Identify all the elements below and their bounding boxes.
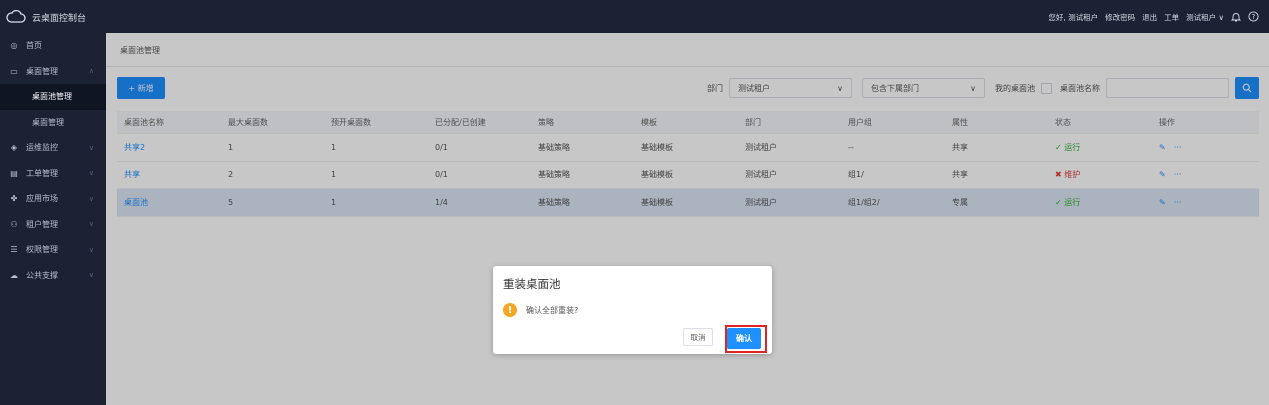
sidebar: ◎ 首页 ▭ 桌面管理 ∧ 桌面池管理 桌面管理 ◈ 运维监控 ∨ ▤ 工单管理… xyxy=(0,33,106,405)
sidebar-item-label: 租户管理 xyxy=(26,219,58,229)
sidebar-item-label: 应用市场 xyxy=(26,194,58,204)
sidebar-item-label: 公共支撑 xyxy=(26,270,58,280)
chevron-down-icon: ∨ xyxy=(88,169,94,178)
change-password-link[interactable]: 修改密码 xyxy=(1105,12,1135,23)
app-title: 云桌面控制台 xyxy=(32,13,87,24)
bell-icon[interactable] xyxy=(1230,12,1242,24)
dialog-title: 重装桌面池 xyxy=(503,277,561,291)
cloud-icon xyxy=(6,10,26,23)
cancel-button[interactable]: 取消 xyxy=(683,328,713,346)
chevron-up-icon: ∧ xyxy=(88,67,94,76)
chevron-down-icon: ∨ xyxy=(88,194,94,203)
greeting-text: 您好, 测试租户 xyxy=(1048,13,1099,22)
sidebar-subitem-pool-management[interactable]: 桌面池管理 xyxy=(0,84,106,110)
sidebar-item-ops-monitor[interactable]: ◈ 运维监控 ∨ xyxy=(0,135,106,161)
sidebar-item-public-support[interactable]: ☁ 公共支撑 ∨ xyxy=(0,263,106,289)
sidebar-subitem-desktop-management[interactable]: 桌面管理 xyxy=(0,110,106,136)
dashboard-icon: ◎ xyxy=(10,41,18,51)
users-icon: ⚇ xyxy=(10,219,18,229)
logout-link[interactable]: 退出 xyxy=(1142,12,1157,23)
help-icon[interactable]: ? xyxy=(1248,11,1259,24)
sidebar-item-label: 桌面管理 xyxy=(26,66,58,76)
ticket-link[interactable]: 工单 xyxy=(1164,12,1179,23)
sliders-icon: ☰ xyxy=(10,245,18,255)
sidebar-item-desktop-management[interactable]: ▭ 桌面管理 ∧ xyxy=(0,59,106,85)
sidebar-item-ticket-management[interactable]: ▤ 工单管理 ∨ xyxy=(0,161,106,187)
app-logo[interactable]: 云桌面控制台 xyxy=(6,10,86,24)
chevron-down-icon: ∨ xyxy=(88,220,94,229)
warning-icon: ! xyxy=(503,303,517,317)
monitor-icon: ▭ xyxy=(10,66,18,76)
apps-icon: ✤ xyxy=(10,194,18,204)
sidebar-item-permission-management[interactable]: ☰ 权限管理 ∨ xyxy=(0,237,106,263)
top-bar: 云桌面控制台 您好, 测试租户 修改密码 退出 工单 测试租户 ∨ ? xyxy=(0,0,1269,33)
sidebar-item-label: 工单管理 xyxy=(26,168,58,178)
sidebar-item-tenant-management[interactable]: ⚇ 租户管理 ∨ xyxy=(0,212,106,238)
shield-icon: ◈ xyxy=(10,143,18,153)
sidebar-item-label: 权限管理 xyxy=(26,245,58,255)
dialog-message: ! 确认全部重装? xyxy=(503,303,578,317)
sidebar-item-label: 运维监控 xyxy=(26,143,58,153)
sidebar-item-app-market[interactable]: ✤ 应用市场 ∨ xyxy=(0,186,106,212)
dialog-message-text: 确认全部重装? xyxy=(526,305,579,315)
top-right-menu: 您好, 测试租户 修改密码 退出 工单 测试租户 ∨ ? xyxy=(1048,11,1259,24)
cloud-icon: ☁ xyxy=(10,270,18,280)
highlight-box xyxy=(725,325,767,353)
sidebar-item-home[interactable]: ◎ 首页 xyxy=(0,33,106,59)
svg-text:?: ? xyxy=(1252,13,1256,21)
list-icon: ▤ xyxy=(10,168,18,178)
tenant-dropdown[interactable]: 测试租户 ∨ xyxy=(1186,12,1224,23)
chevron-down-icon: ∨ xyxy=(88,271,94,280)
chevron-down-icon: ∨ xyxy=(88,143,94,152)
chevron-down-icon: ∨ xyxy=(88,245,94,254)
sidebar-item-label: 首页 xyxy=(26,41,42,51)
